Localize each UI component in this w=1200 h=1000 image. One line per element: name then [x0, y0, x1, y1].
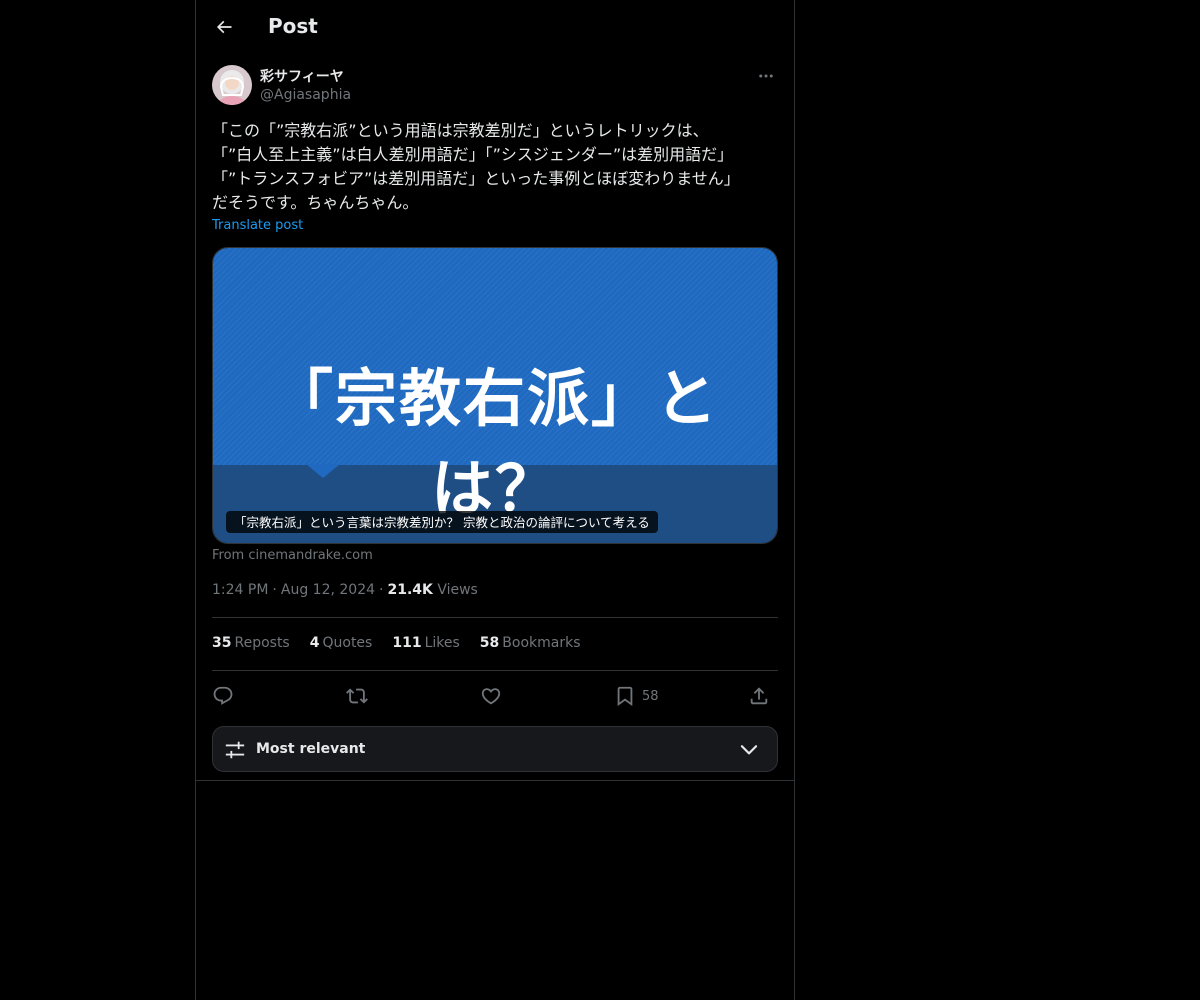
divider [212, 617, 778, 618]
filter-sliders-icon [225, 741, 245, 759]
repost-icon [346, 688, 368, 704]
post-time[interactable]: 1:24 PM [212, 582, 268, 598]
card-caption: 「宗教右派」という言葉は宗教差別か？ 宗教と政治の論評について考える [226, 511, 658, 533]
avatar-image [212, 65, 252, 105]
translate-post-link[interactable]: Translate post [212, 218, 303, 233]
divider [212, 670, 778, 671]
post-text-line: 「”トランスフォビア”は差別用語だ」といった事例とほぼ変わりません」 [212, 169, 740, 188]
like-button[interactable] [480, 682, 502, 710]
divider [196, 780, 794, 781]
more-options-button[interactable] [754, 64, 778, 88]
heart-icon [481, 688, 501, 705]
post-text: 「この「”宗教右派”という用語は宗教差別だ」というレトリックは、 「”白人至上主… [212, 119, 778, 215]
post-column: Post 彩サフィーヤ @Agiasaphia 「この「”宗教右派”という用語は… [195, 0, 795, 1000]
post-date[interactable]: Aug 12, 2024 [281, 582, 375, 598]
chevron-down-icon [740, 745, 758, 755]
arrow-left-icon [216, 20, 232, 34]
avatar[interactable] [212, 65, 252, 105]
reply-button[interactable] [212, 682, 234, 710]
bookmark-count: 58 [642, 688, 659, 704]
back-button[interactable] [208, 11, 240, 43]
action-bar: 58 [212, 682, 778, 710]
author-name[interactable]: 彩サフィーヤ [260, 66, 344, 86]
card-headline: 「宗教右派」とは？ [270, 362, 719, 525]
link-card[interactable]: 「宗教右派」とは？ 「宗教右派」という言葉は宗教差別か？ 宗教と政治の論評につい… [212, 247, 778, 544]
reposts-stat[interactable]: 35 Reposts [212, 635, 290, 651]
bookmark-button[interactable]: 58 [614, 682, 659, 710]
header: Post [196, 0, 794, 54]
post-text-line: 「この「”宗教右派”という用語は宗教差別だ」というレトリックは、 [212, 121, 709, 140]
repost-button[interactable] [346, 682, 368, 710]
post-text-line: 「”白人至上主義”は白人差別用語だ」「”シスジェンダー”は差別用語だ」 [212, 145, 734, 164]
quotes-stat[interactable]: 4 Quotes [310, 635, 373, 651]
post-text-line: だそうです。ちゃんちゃん。 [212, 193, 419, 212]
views-count: 21.4K [387, 582, 433, 598]
more-icon [759, 74, 773, 78]
card-source[interactable]: From cinemandrake.com [212, 548, 373, 563]
post-stats: 35 Reposts 4 Quotes 111 Likes 58 Bookmarks [212, 635, 581, 651]
bookmarks-stat[interactable]: 58 Bookmarks [480, 635, 581, 651]
share-icon [750, 687, 768, 705]
page-title: Post [268, 14, 318, 38]
share-button[interactable] [748, 682, 770, 710]
bookmark-icon [617, 686, 633, 707]
sort-label: Most relevant [256, 741, 366, 757]
author-handle[interactable]: @Agiasaphia [260, 87, 351, 103]
reply-icon [213, 686, 233, 705]
sort-replies-dropdown[interactable]: Most relevant [212, 726, 778, 772]
likes-stat[interactable]: 111 Likes [392, 635, 459, 651]
post-meta: 1:24 PM · Aug 12, 2024 · 21.4K Views [212, 582, 478, 598]
post-author: 彩サフィーヤ @Agiasaphia [212, 64, 778, 108]
views-label: Views [437, 582, 478, 598]
